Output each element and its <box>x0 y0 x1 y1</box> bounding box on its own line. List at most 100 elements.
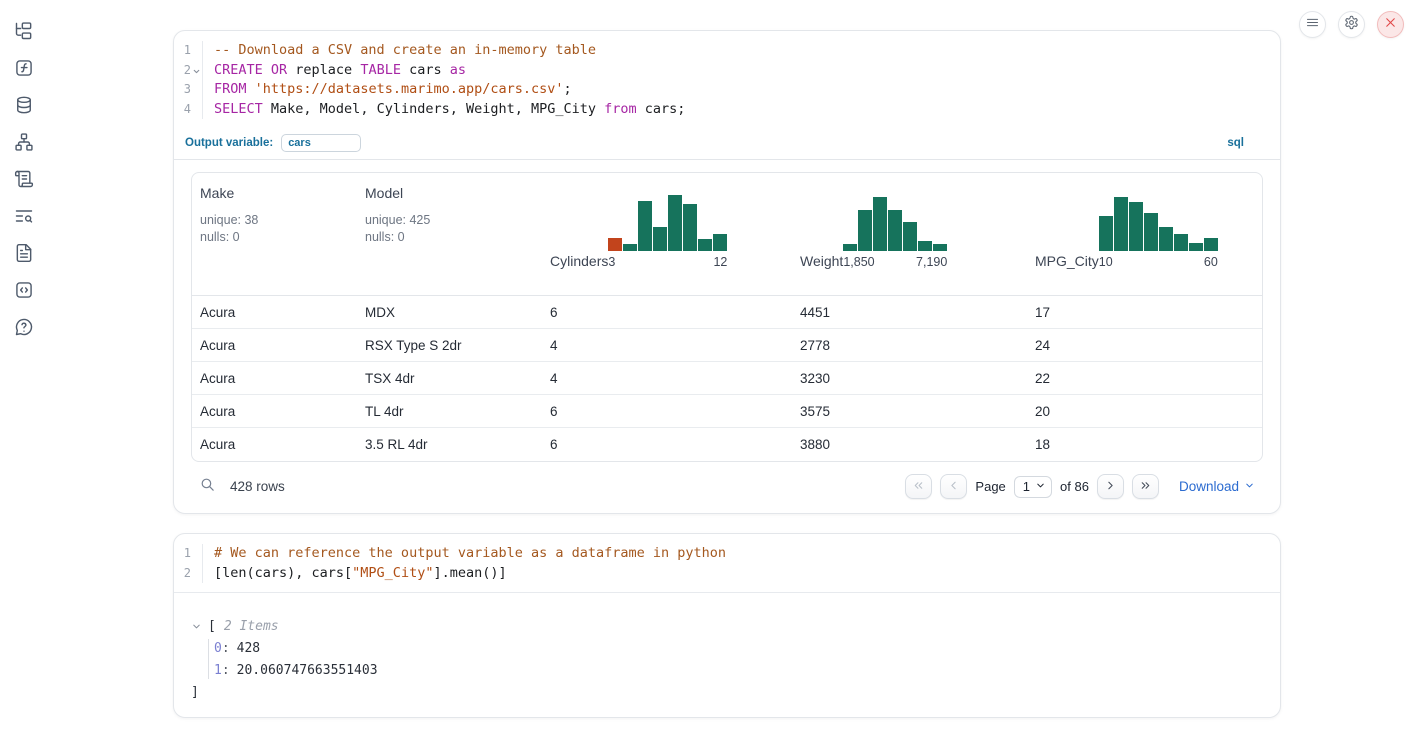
histogram-max-label: 7,190 <box>916 255 947 269</box>
column-header[interactable]: Weight <box>800 253 843 269</box>
column-header[interactable]: MPG_City <box>1035 253 1099 269</box>
table-header: Make unique: 38nulls: 0 Model unique: 425nu… <box>192 173 1262 296</box>
table-row[interactable]: Acura3.5 RL 4dr6388018 <box>192 428 1262 461</box>
sidebar-item-logs[interactable] <box>13 207 35 229</box>
table-cell: 6 <box>542 305 792 320</box>
line-number: 3 <box>174 80 203 100</box>
output-variable-input[interactable] <box>281 134 361 152</box>
help-bubble-icon <box>14 317 34 342</box>
output-variable-row: Output variable: sql <box>174 128 1280 160</box>
first-page-button[interactable] <box>905 474 932 499</box>
histogram-bar <box>638 201 652 251</box>
histogram-bar <box>668 195 682 251</box>
sidebar-item-datasources[interactable] <box>13 96 35 118</box>
network-icon <box>14 132 34 157</box>
chevron-right-icon <box>1104 479 1117 495</box>
table-cell: Acura <box>192 338 357 353</box>
last-page-button[interactable] <box>1132 474 1159 499</box>
table-row[interactable]: AcuraRSX Type S 2dr4277824 <box>192 329 1262 362</box>
python-code-editor[interactable]: 1# We can reference the output variable … <box>174 534 1280 593</box>
chevron-left-icon <box>947 479 960 495</box>
table-row[interactable]: AcuraMDX6445117 <box>192 296 1262 329</box>
histogram-max-label: 12 <box>713 255 727 269</box>
histogram-bar <box>858 210 872 251</box>
sidebar-item-file-explorer[interactable] <box>13 22 35 44</box>
table-cell: 20 <box>1027 404 1262 419</box>
table-row[interactable]: AcuraTSX 4dr4323022 <box>192 362 1262 395</box>
column-stats: unique: 38nulls: 0 <box>200 212 347 246</box>
code-text: -- Download a CSV and create an in-memor… <box>203 41 596 61</box>
column-header[interactable]: Cylinders <box>550 253 608 269</box>
histogram-bar <box>1189 243 1203 251</box>
sidebar-item-help[interactable] <box>13 318 35 340</box>
histogram-min-label: 3 <box>608 255 615 269</box>
code-text: CREATE OR replace TABLE cars as <box>203 61 466 81</box>
sql-cell: 1 -- Download a CSV and create an in-memo… <box>173 30 1281 514</box>
sidebar-item-dependencies[interactable] <box>13 133 35 155</box>
sidebar <box>0 0 48 729</box>
code-text: SELECT Make, Model, Cylinders, Weight, M… <box>203 100 685 120</box>
close-button[interactable] <box>1377 11 1404 38</box>
histogram-bar <box>1114 197 1128 251</box>
table-column-header: Cylinders3 12 <box>542 185 792 295</box>
histogram-min-label: 10 <box>1099 255 1113 269</box>
download-button[interactable]: Download <box>1179 479 1255 494</box>
data-table: Make unique: 38nulls: 0 Model unique: 425nu… <box>191 172 1263 462</box>
collapse-chevron-icon[interactable] <box>191 621 202 632</box>
tree-entry: 0:428 <box>214 637 1263 659</box>
close-bracket: ] <box>191 685 199 700</box>
table-cell: 4 <box>542 371 792 386</box>
table-cell: Acura <box>192 437 357 452</box>
histogram-bars <box>608 195 727 251</box>
row-count: 428 rows <box>230 479 285 494</box>
tree-close: ] <box>191 681 1263 703</box>
tree-root: [2 Items <box>191 615 1263 637</box>
search-button[interactable] <box>199 476 216 498</box>
table-row[interactable]: AcuraTL 4dr6357520 <box>192 395 1262 428</box>
chevron-down-icon <box>1035 479 1046 494</box>
histogram-bar <box>713 234 727 251</box>
sidebar-item-snippets[interactable] <box>13 281 35 303</box>
download-label: Download <box>1179 479 1239 494</box>
sidebar-item-documentation[interactable] <box>13 244 35 266</box>
table-cell: 3575 <box>792 404 1027 419</box>
settings-button[interactable] <box>1338 11 1365 38</box>
page-label: Page <box>975 479 1005 494</box>
entry-index: 0 <box>214 641 222 656</box>
open-bracket: [ <box>208 619 216 634</box>
column-header[interactable]: Make <box>200 185 234 201</box>
table-cell: Acura <box>192 371 357 386</box>
pagination: Page 1 of 86 Download <box>905 474 1255 499</box>
sql-code-editor[interactable]: 1-- Download a CSV and create an in-memo… <box>174 31 1280 128</box>
histogram-axis-labels: 1,850 7,190 <box>843 255 947 269</box>
table-cell: TL 4dr <box>357 404 542 419</box>
table-cell: 17 <box>1027 305 1262 320</box>
sidebar-item-variables[interactable] <box>13 59 35 81</box>
tree-guide-line <box>208 639 209 679</box>
sidebar-item-outline[interactable] <box>13 170 35 192</box>
histogram-bar <box>843 244 857 251</box>
histogram-bar <box>608 238 622 251</box>
notebook: 1 -- Download a CSV and create an in-memo… <box>173 30 1281 718</box>
language-badge[interactable]: sql <box>1227 137 1244 149</box>
chevron-down-icon <box>1244 479 1255 494</box>
code-text: [len(cars), cars["MPG_City"].mean()] <box>203 564 507 584</box>
column-histogram: 3 12 <box>608 195 727 269</box>
histogram-min-label: 1,850 <box>843 255 874 269</box>
page-select[interactable]: 1 <box>1014 476 1052 498</box>
line-number: 2 <box>174 564 203 584</box>
table-cell: 3230 <box>792 371 1027 386</box>
entry-value: 428 <box>237 641 260 656</box>
column-header[interactable]: Model <box>365 185 403 201</box>
table-cell: TSX 4dr <box>357 371 542 386</box>
chevrons-left-icon <box>912 479 925 495</box>
column-stats: unique: 425nulls: 0 <box>365 212 532 246</box>
menu-button[interactable] <box>1299 11 1326 38</box>
output-tree: [2 Items0:4281:20.060747663551403] <box>174 593 1280 717</box>
column-histogram: 1060 <box>1099 195 1218 269</box>
table-cell: 2778 <box>792 338 1027 353</box>
sql-output-section: Make unique: 38nulls: 0 Model unique: 425nu… <box>174 160 1280 462</box>
next-page-button[interactable] <box>1097 474 1124 499</box>
previous-page-button[interactable] <box>940 474 967 499</box>
table-cell: Acura <box>192 404 357 419</box>
